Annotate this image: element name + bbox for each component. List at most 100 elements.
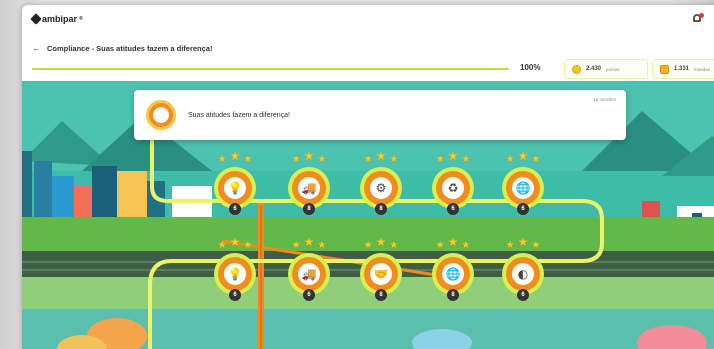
level-stars: ★ ★ ★	[210, 149, 260, 165]
level-node[interactable]: ★ ★ ★ 🌐 6	[498, 149, 548, 215]
level-number: 8	[447, 289, 459, 301]
star-icon: ★	[229, 149, 241, 163]
level-badge: ◐	[506, 257, 540, 291]
points-label: pontos	[606, 66, 620, 72]
truck-icon: 🚚	[298, 177, 320, 199]
star-icon: ★	[375, 149, 387, 163]
globe-icon: 🌐	[512, 177, 534, 199]
level-badge: 🚚	[292, 257, 326, 291]
top-bar: ambipar ®	[22, 5, 714, 33]
star-icon: ★	[291, 154, 301, 165]
mission-count: 18 missões	[593, 97, 616, 102]
level-stars: ★ ★ ★	[498, 235, 548, 251]
level-number: 8	[375, 203, 387, 215]
star-icon: ★	[317, 240, 327, 251]
star-icon: ★	[505, 240, 515, 251]
level-node[interactable]: ★ ★ ★ 🤝 8	[356, 236, 406, 301]
mission-avatar	[146, 100, 176, 130]
star-icon: ★	[389, 240, 399, 251]
ambipar-logo-icon	[30, 13, 42, 25]
level-number: 8	[303, 203, 315, 215]
level-badge: 💡	[218, 257, 252, 291]
level-stars: ★ ★ ★	[428, 149, 478, 165]
app-window: ambipar ® ← Compliance - Suas atitudes f…	[22, 5, 714, 349]
page-title: Compliance - Suas atitudes fazem a difer…	[47, 43, 213, 53]
star-icon: ★	[303, 235, 315, 249]
star-icon: ★	[229, 235, 241, 249]
mission-badge-icon	[153, 107, 169, 123]
points-value: 2.430	[586, 66, 602, 72]
level-node[interactable]: ★ ★ ★ 💡 6	[210, 149, 260, 215]
star-icon: ★	[217, 240, 227, 251]
level-stars: ★ ★ ★	[284, 235, 334, 251]
notifications-button[interactable]	[692, 13, 704, 24]
level-node[interactable]: ★ ★ ★ ◐ 6	[498, 235, 548, 301]
star-icon: ★	[505, 154, 515, 165]
coins-stat: 1.331 moedas	[652, 59, 714, 79]
level-badge: 🌐	[506, 171, 540, 205]
level-stars: ★ ★ ★	[356, 149, 406, 165]
logo-text: ambipar	[42, 14, 78, 24]
level-badge: ⚙	[364, 171, 398, 205]
star-icon: ★	[461, 240, 471, 251]
level-node[interactable]: ★ ★ ★ 🚚 8	[284, 149, 334, 215]
toggle-icon: ◐	[512, 263, 534, 285]
level-stars: ★ ★ ★	[498, 149, 548, 165]
star-icon: ★	[435, 240, 445, 251]
game-map: Suas atitudes fazem a diferença! 18 miss…	[22, 81, 714, 349]
star-icon: ★	[363, 240, 373, 251]
level-stars: ★ ★ ★	[356, 236, 406, 251]
star-icon: ★	[217, 154, 227, 165]
logo-registered-mark: ®	[79, 16, 83, 22]
star-icon: ★	[389, 154, 399, 165]
star-icon: ★	[317, 154, 327, 165]
star-icon: ★	[531, 240, 541, 251]
lightbulb-icon: 💡	[224, 177, 246, 199]
level-badge: 🌐	[436, 257, 470, 291]
level-badge: 🚚	[292, 171, 326, 205]
mission-card[interactable]: Suas atitudes fazem a diferença! 18 miss…	[134, 90, 626, 140]
level-number: 6	[303, 289, 315, 301]
level-number: 6	[517, 289, 529, 301]
gem-icon	[660, 64, 669, 74]
level-node[interactable]: ★ ★ ★ 💡 6	[210, 235, 260, 301]
progress-percentage: 100%	[520, 63, 541, 72]
level-badge: ♻	[436, 171, 470, 205]
points-stat: 2.430 pontos	[564, 59, 648, 79]
browser-frame: ambipar ® ← Compliance - Suas atitudes f…	[0, 0, 714, 349]
level-stars: ★ ★ ★	[428, 235, 478, 251]
level-number: 6	[229, 203, 241, 215]
star-icon: ★	[461, 154, 471, 165]
globe-icon: 🌐	[442, 263, 464, 285]
level-stars: ★ ★ ★	[210, 235, 260, 251]
level-stars: ★ ★ ★	[284, 149, 334, 165]
star-icon: ★	[243, 240, 253, 251]
star-icon: ★	[447, 235, 459, 249]
level-node[interactable]: ★ ★ ★ 🌐 8	[428, 235, 478, 301]
progress-row: 100% 2.430 pontos 1.331 moedas	[32, 59, 714, 79]
star-icon: ★	[517, 235, 529, 249]
star-icon: ★	[303, 149, 315, 163]
progress-bar-fill	[32, 68, 509, 70]
logo[interactable]: ambipar ®	[30, 13, 83, 25]
star-icon: ★	[517, 149, 529, 163]
handshake-icon: 🤝	[370, 263, 392, 285]
back-arrow-icon[interactable]: ←	[32, 43, 41, 53]
level-node[interactable]: ★ ★ ★ ♻ 6	[428, 149, 478, 215]
level-node[interactable]: ★ ★ ★ 🚚 6	[284, 235, 334, 301]
notification-dot	[699, 13, 704, 18]
lightbulb-icon: 💡	[224, 263, 246, 285]
progress-bar	[32, 68, 509, 70]
level-badge: 💡	[218, 171, 252, 205]
level-node[interactable]: ★ ★ ★ ⚙ 8	[356, 149, 406, 215]
star-icon: ★	[531, 154, 541, 165]
breadcrumb: ← Compliance - Suas atitudes fazem a dif…	[32, 43, 212, 53]
star-icon: ★	[435, 154, 445, 165]
level-number: 6	[517, 203, 529, 215]
coin-icon	[572, 64, 581, 74]
level-number: 6	[229, 289, 241, 301]
star-icon: ★	[447, 149, 459, 163]
coins-label: moedas	[694, 66, 711, 72]
star-icon: ★	[291, 240, 301, 251]
level-number: 8	[375, 289, 387, 301]
